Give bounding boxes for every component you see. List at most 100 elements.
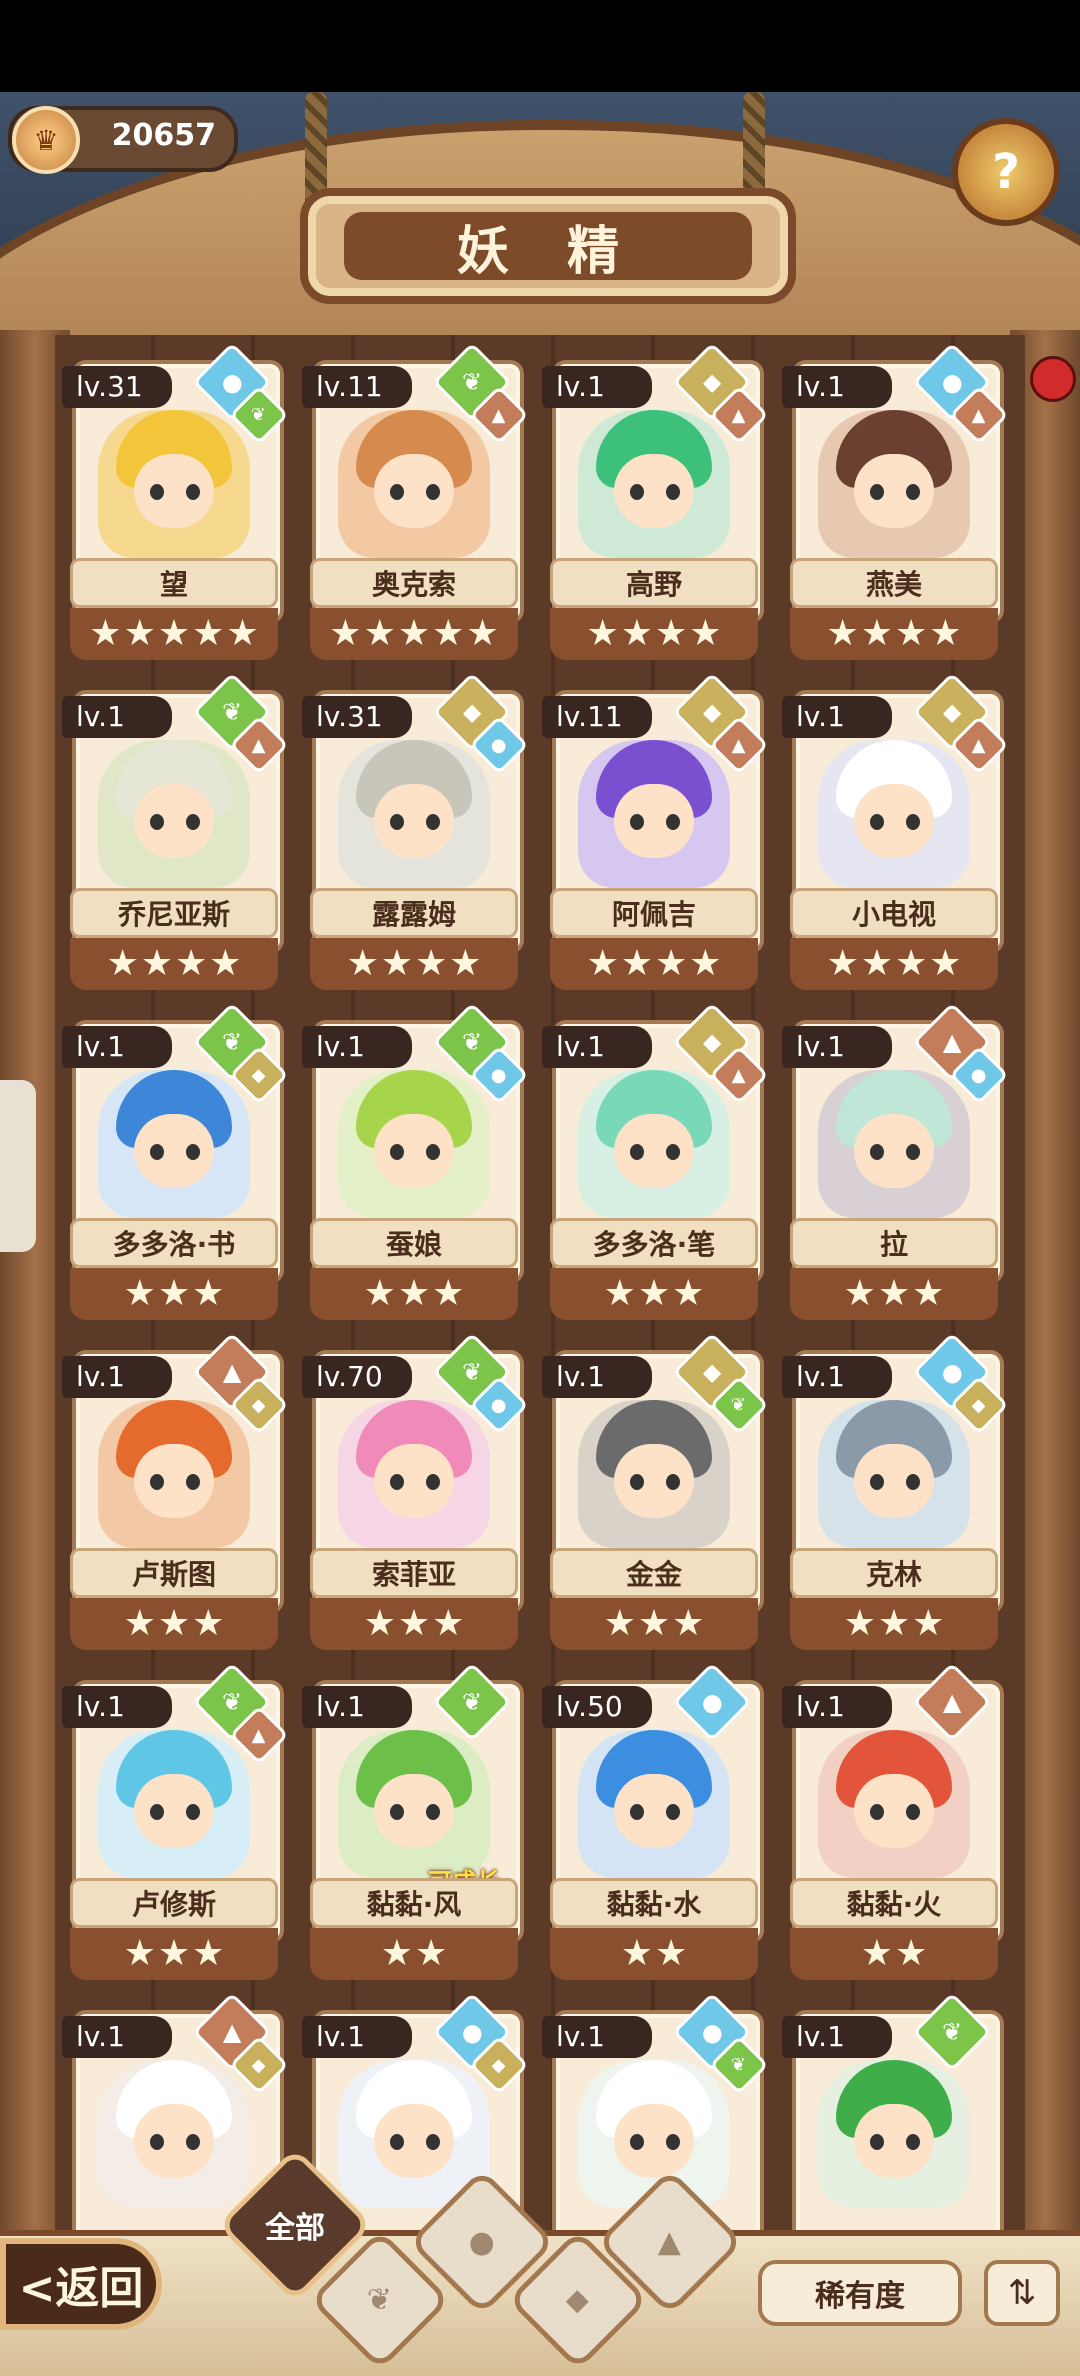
water-drop-icon: ●: [491, 1064, 507, 1086]
fairy-portrait: [818, 1400, 970, 1548]
fairy-card[interactable]: lv.1 ◆ ▲ 高野 ★ ★ ★ ★: [542, 342, 769, 660]
portrait-eye: [186, 814, 200, 830]
sort-order-button[interactable]: ⇅: [984, 2260, 1060, 2326]
fairy-name: 拉: [790, 1218, 998, 1268]
star-icon: ★: [895, 1933, 928, 1974]
fairy-card[interactable]: lv.1 ❦ ● 蚕娘 ★ ★ ★: [302, 1002, 529, 1320]
mountain-icon: ▲: [732, 404, 746, 426]
star-rating: ★ ★ ★ ★: [70, 938, 278, 990]
sort-order-icon: ⇅: [1007, 2273, 1037, 2313]
leaf-icon: ❦: [367, 2282, 393, 2318]
fairy-portrait: [578, 1070, 730, 1218]
fairy-card[interactable]: lv.1 ▲ 黏黏·火 ★ ★: [782, 1662, 1006, 1980]
help-icon: ?: [992, 144, 1020, 200]
portrait-face: [134, 454, 214, 528]
star-rating: ★ ★ ★ ★: [790, 938, 998, 990]
fairy-portrait: [818, 410, 970, 558]
level-label: lv.1: [62, 1356, 172, 1398]
help-button[interactable]: ?: [952, 118, 1060, 226]
ladybug-icon[interactable]: [1030, 356, 1076, 402]
star-icon: ★: [586, 613, 619, 654]
fairy-card[interactable]: lv.1 ● ◆ 克林 ★ ★ ★: [782, 1332, 1009, 1650]
portrait-face: [854, 1444, 934, 1518]
fairy-card[interactable]: lv.1 ❦ ▲ 乔尼亚斯 ★ ★ ★ ★: [62, 672, 289, 990]
level-label: lv.1: [62, 696, 172, 738]
portrait-face: [854, 1774, 934, 1848]
star-rating: ★ ★ ★: [550, 1268, 758, 1320]
coin-icon: ♛: [12, 106, 80, 174]
fairy-card[interactable]: lv.1 ◆ ▲ 小电视 ★ ★ ★ ★: [782, 672, 1009, 990]
level-label: lv.31: [62, 366, 172, 408]
water-drop-icon: ●: [941, 1357, 963, 1386]
level-label: lv.31: [302, 696, 412, 738]
portrait-eye: [426, 1144, 440, 1160]
fairy-card[interactable]: lv.31 ◆ ● 露露姆 ★ ★ ★ ★: [302, 672, 529, 990]
star-icon: ★: [826, 613, 859, 654]
fairy-name: 卢斯图: [70, 1548, 278, 1598]
portrait-face: [614, 454, 694, 528]
earth-icon: ◆: [252, 1394, 266, 1416]
fairy-card[interactable]: lv.11 ◆ ▲ 阿佩吉 ★ ★ ★ ★: [542, 672, 769, 990]
star-icon: ★: [192, 1603, 225, 1644]
portrait-eye: [630, 1144, 644, 1160]
star-icon: ★: [106, 943, 139, 984]
fairy-portrait: [338, 1730, 490, 1878]
fairy-card[interactable]: lv.1 ❦ ◆ 多多洛·书 ★ ★ ★: [62, 1002, 289, 1320]
portrait-face: [854, 454, 934, 528]
level-label: lv.11: [302, 366, 412, 408]
fairy-name: 索菲亚: [310, 1548, 518, 1598]
star-rating: ★ ★ ★: [790, 1268, 998, 1320]
sort-rarity-button[interactable]: 稀有度: [758, 2260, 962, 2326]
mountain-icon: ▲: [972, 404, 986, 426]
fairy-name: 小电视: [790, 888, 998, 938]
fairy-card[interactable]: lv.50 ● 黏黏·水 ★ ★: [542, 1662, 766, 1980]
star-icon: ★: [157, 1273, 191, 1314]
star-rating: ★ ★ ★: [790, 1598, 998, 1650]
portrait-eye: [186, 1804, 200, 1820]
star-rating: ★ ★ ★: [310, 1268, 518, 1320]
star-icon: ★: [397, 1273, 431, 1314]
earth-icon: ◆: [492, 2054, 506, 2076]
fairy-name: 卢修斯: [70, 1878, 278, 1928]
portrait-face: [374, 1774, 454, 1848]
star-icon: ★: [363, 613, 396, 654]
mountain-icon: ▲: [252, 1724, 266, 1746]
fairy-card[interactable]: lv.1 ◆ ❦ 金金 ★ ★ ★: [542, 1332, 769, 1650]
fairy-name: 金金: [550, 1548, 758, 1598]
star-icon: ★: [346, 943, 379, 984]
fairy-card[interactable]: lv.11 ❦ ▲ 奥克索 ★ ★ ★ ★ ★: [302, 342, 529, 660]
star-icon: ★: [363, 1273, 396, 1314]
star-icon: ★: [380, 943, 413, 984]
portrait-face: [374, 454, 454, 528]
fairy-card[interactable]: lv.31 ● ❦ 望 ★ ★ ★ ★ ★: [62, 342, 289, 660]
earth-icon: ◆: [702, 698, 722, 726]
side-drawer-handle[interactable]: [0, 1080, 36, 1252]
star-icon: ★: [415, 1933, 448, 1974]
leaf-icon: ❦: [221, 697, 243, 726]
fairy-card[interactable]: lv.1 ▲ ◆ 卢斯图 ★ ★ ★: [62, 1332, 289, 1650]
fairy-card[interactable]: lv.1 ◆ ▲ 多多洛·笔 ★ ★ ★: [542, 1002, 769, 1320]
star-icon: ★: [123, 1933, 156, 1974]
star-icon: ★: [157, 1603, 191, 1644]
star-icon: ★: [123, 1273, 156, 1314]
fairy-card[interactable]: lv.1 ❦ ▲ 卢修斯 ★ ★ ★: [62, 1662, 289, 1980]
portrait-face: [374, 1444, 454, 1518]
back-button[interactable]: <返回: [0, 2238, 162, 2330]
title-sign: 妖 精: [300, 188, 796, 304]
star-rating: ★ ★: [310, 1928, 518, 1980]
fairy-card[interactable]: lv.70 ❦ ● 索菲亚 ★ ★ ★: [302, 1332, 529, 1650]
portrait-eye: [150, 1144, 164, 1160]
portrait-eye: [150, 2134, 164, 2150]
star-rating: ★ ★ ★ ★: [790, 608, 998, 660]
star-icon: ★: [123, 613, 156, 654]
level-label: lv.1: [302, 2016, 412, 2058]
mountain-icon: ▲: [252, 734, 266, 756]
fairy-card[interactable]: lv.1❦可成长黏黏·风★★: [302, 1662, 526, 1980]
star-icon: ★: [895, 943, 928, 984]
fairy-portrait: [338, 410, 490, 558]
star-icon: ★: [363, 1603, 396, 1644]
fairy-card[interactable]: lv.1 ● ▲ 燕美 ★ ★ ★ ★: [782, 342, 1009, 660]
portrait-face: [134, 2104, 214, 2178]
fairy-portrait: [338, 740, 490, 888]
fairy-card[interactable]: lv.1 ▲ ● 拉 ★ ★ ★: [782, 1002, 1009, 1320]
